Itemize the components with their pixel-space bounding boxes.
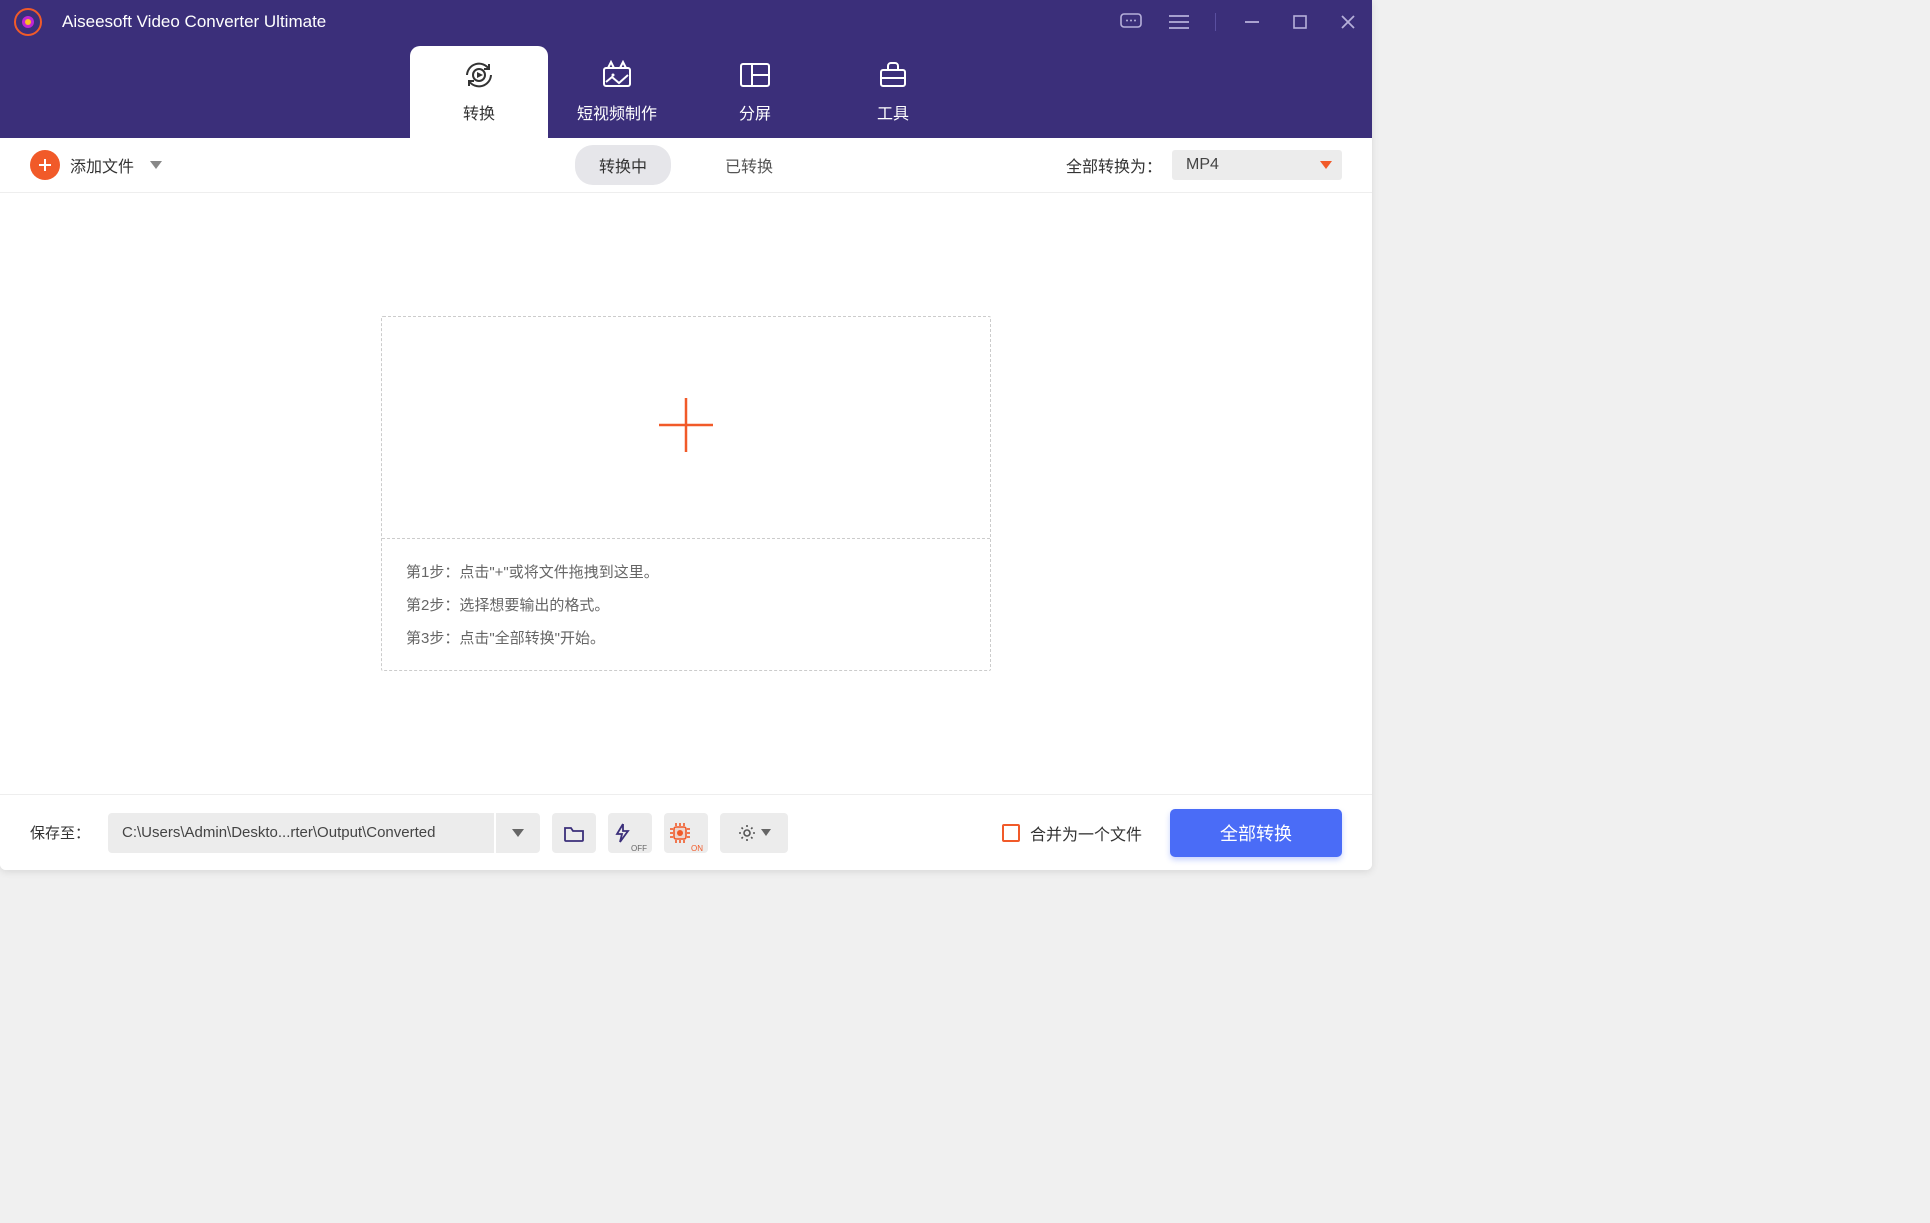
- main-area: 第1步：点击"+"或将文件拖拽到这里。 第2步：选择想要输出的格式。 第3步：点…: [0, 193, 1372, 793]
- convert-all-button-label: 全部转换: [1220, 820, 1292, 846]
- tab-short-video[interactable]: 短视频制作: [548, 46, 686, 138]
- toolbar: 添加文件 转换中 已转换 全部转换为： MP4: [0, 138, 1372, 193]
- title-bar: Aiseesoft Video Converter Ultimate: [0, 0, 1372, 44]
- main-tabs: 转换 短视频制作 分屏: [0, 44, 1372, 138]
- app-title: Aiseesoft Video Converter Ultimate: [62, 12, 1119, 32]
- close-button[interactable]: [1336, 10, 1360, 34]
- tab-short-video-label: 短视频制作: [577, 100, 657, 124]
- open-folder-button[interactable]: [552, 813, 596, 853]
- add-file-caret-icon[interactable]: [150, 156, 162, 174]
- output-path-box[interactable]: C:\Users\Admin\Deskto...rter\Output\Conv…: [108, 813, 494, 853]
- app-logo-icon: [12, 6, 44, 38]
- merge-checkbox[interactable]: 合并为一个文件: [1002, 821, 1142, 845]
- step-3: 第3步：点击"全部转换"开始。: [406, 627, 966, 648]
- feedback-icon[interactable]: [1119, 10, 1143, 34]
- separator: [1215, 13, 1216, 31]
- maximize-button[interactable]: [1288, 10, 1312, 34]
- add-file-label: 添加文件: [70, 153, 134, 177]
- convert-icon: [462, 60, 496, 90]
- drop-zone[interactable]: [382, 317, 990, 539]
- tab-convert[interactable]: 转换: [410, 46, 548, 138]
- speedup-toggle[interactable]: OFF: [608, 813, 652, 853]
- minimize-button[interactable]: [1240, 10, 1264, 34]
- add-file-button[interactable]: 添加文件: [30, 150, 162, 180]
- step-1: 第1步：点击"+"或将文件拖拽到这里。: [406, 561, 966, 582]
- drop-card: 第1步：点击"+"或将文件拖拽到这里。 第2步：选择想要输出的格式。 第3步：点…: [381, 316, 991, 671]
- output-path: C:\Users\Admin\Deskto...rter\Output\Conv…: [122, 824, 435, 841]
- tab-convert-label: 转换: [463, 100, 495, 124]
- gpu-on-label: ON: [691, 844, 703, 853]
- gpu-toggle[interactable]: ON: [664, 813, 708, 853]
- split-screen-icon: [738, 60, 772, 90]
- status-tabs: 转换中 已转换: [575, 145, 797, 185]
- big-plus-icon: [655, 394, 717, 461]
- tools-icon: [876, 60, 910, 90]
- app-window: Aiseesoft Video Converter Ultimate: [0, 0, 1372, 870]
- tab-tools-label: 工具: [877, 100, 909, 124]
- speedup-off-label: OFF: [631, 844, 647, 853]
- save-to-label: 保存至：: [30, 822, 90, 843]
- bottom-bar: 保存至： C:\Users\Admin\Deskto...rter\Output…: [0, 794, 1372, 870]
- tab-tools[interactable]: 工具: [824, 46, 962, 138]
- format-caret-icon: [1320, 156, 1332, 174]
- convert-all-to: 全部转换为： MP4: [1066, 150, 1342, 180]
- format-value: MP4: [1186, 156, 1219, 173]
- step-2: 第2步：选择想要输出的格式。: [406, 594, 966, 615]
- convert-all-button[interactable]: 全部转换: [1170, 809, 1342, 857]
- menu-icon[interactable]: [1167, 10, 1191, 34]
- status-tab-converting[interactable]: 转换中: [575, 145, 671, 185]
- tab-split-screen-label: 分屏: [739, 100, 771, 124]
- format-select[interactable]: MP4: [1172, 150, 1342, 180]
- tab-split-screen[interactable]: 分屏: [686, 46, 824, 138]
- plus-circle-icon: [30, 150, 60, 180]
- merge-label: 合并为一个文件: [1030, 821, 1142, 845]
- settings-button[interactable]: [720, 813, 788, 853]
- short-video-icon: [600, 60, 634, 90]
- checkbox-icon: [1002, 824, 1020, 842]
- status-tab-converted[interactable]: 已转换: [701, 145, 797, 185]
- output-path-caret[interactable]: [496, 813, 540, 853]
- drop-steps: 第1步：点击"+"或将文件拖拽到这里。 第2步：选择想要输出的格式。 第3步：点…: [382, 539, 990, 670]
- convert-all-to-label: 全部转换为：: [1066, 153, 1162, 177]
- window-controls: [1119, 10, 1360, 34]
